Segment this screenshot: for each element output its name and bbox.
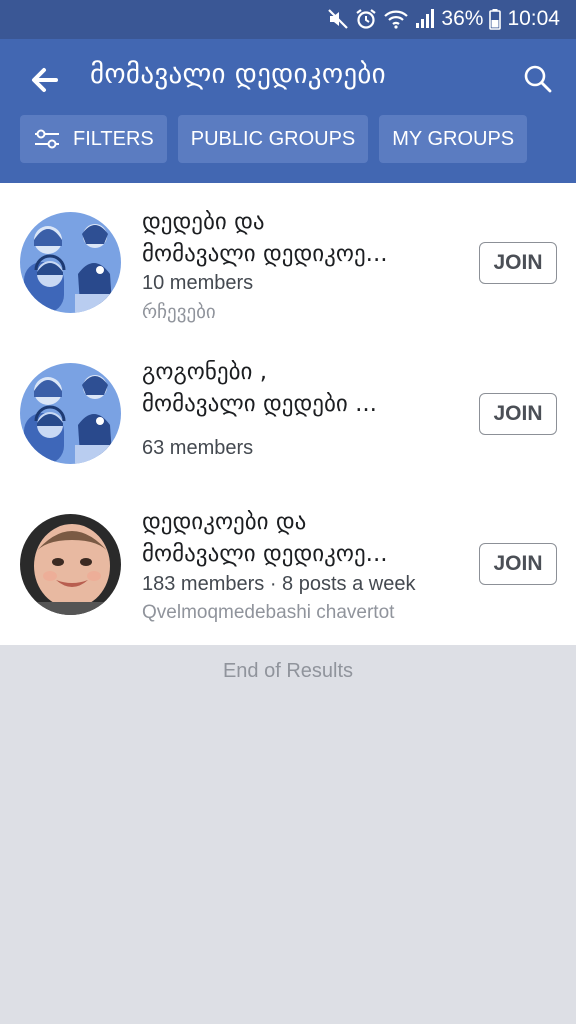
filters-chip[interactable]: FILTERS	[20, 115, 167, 163]
group-name-line2: მომავალი დედები ...	[142, 391, 377, 417]
mute-icon	[327, 8, 349, 30]
group-member-count: 183 members · 8 posts a week	[142, 573, 416, 595]
group-results-list: დედები და მომავალი დედიკოე... 10 members…	[0, 183, 576, 645]
status-bar: 36% 10:04	[0, 0, 576, 39]
back-arrow-icon[interactable]	[28, 63, 62, 97]
filter-sliders-icon	[33, 127, 61, 151]
group-avatar-illustration	[20, 212, 121, 313]
group-name-line2: მომავალი დედიკოე...	[142, 541, 388, 567]
group-result-row[interactable]: გოგონები , მომავალი დედები ... 63 member…	[0, 333, 576, 483]
battery-percent: 36%	[441, 7, 484, 30]
group-subtitle: Qvelmoqmedebashi chavertot	[142, 602, 395, 623]
group-name-line1: დედები და	[142, 209, 265, 235]
app-header: მომავალი დედიკოები FILTERS PUBLIC GROUPS…	[0, 39, 576, 183]
wifi-icon	[383, 8, 409, 30]
status-icons: 36% 10:04	[327, 7, 560, 31]
group-member-count: 63 members	[142, 437, 254, 459]
search-query-title[interactable]: მომავალი დედიკოები	[90, 59, 386, 90]
filters-chip-label: FILTERS	[73, 127, 154, 150]
join-button[interactable]: JOIN	[479, 393, 557, 435]
group-result-row[interactable]: დედიკოები და მომავალი დედიკოე... 183 mem…	[0, 483, 576, 633]
my-groups-chip[interactable]: MY GROUPS	[379, 115, 528, 163]
group-result-row[interactable]: დედები და მომავალი დედიკოე... 10 members…	[0, 183, 576, 333]
public-groups-chip[interactable]: PUBLIC GROUPS	[177, 115, 369, 163]
alarm-icon	[355, 8, 377, 30]
group-member-count: 10 members	[142, 272, 254, 294]
battery-icon	[489, 8, 502, 30]
group-subtitle: რჩევები	[142, 302, 216, 323]
filter-chips: FILTERS PUBLIC GROUPS MY GROUPS	[20, 115, 528, 163]
join-button[interactable]: JOIN	[479, 543, 557, 585]
end-of-results: End of Results	[222, 660, 354, 682]
group-name-line1: გოგონები ,	[142, 359, 268, 385]
my-groups-chip-label: MY GROUPS	[392, 127, 515, 150]
group-avatar-photo	[20, 514, 121, 615]
join-button[interactable]: JOIN	[479, 242, 557, 284]
group-name-line2: მომავალი დედიკოე...	[142, 241, 388, 267]
clock: 10:04	[507, 7, 560, 30]
search-icon[interactable]	[522, 63, 554, 95]
group-avatar-illustration	[20, 363, 121, 464]
public-groups-chip-label: PUBLIC GROUPS	[190, 127, 356, 150]
signal-icon	[415, 8, 435, 30]
group-name-line1: დედიკოები და	[142, 509, 307, 535]
